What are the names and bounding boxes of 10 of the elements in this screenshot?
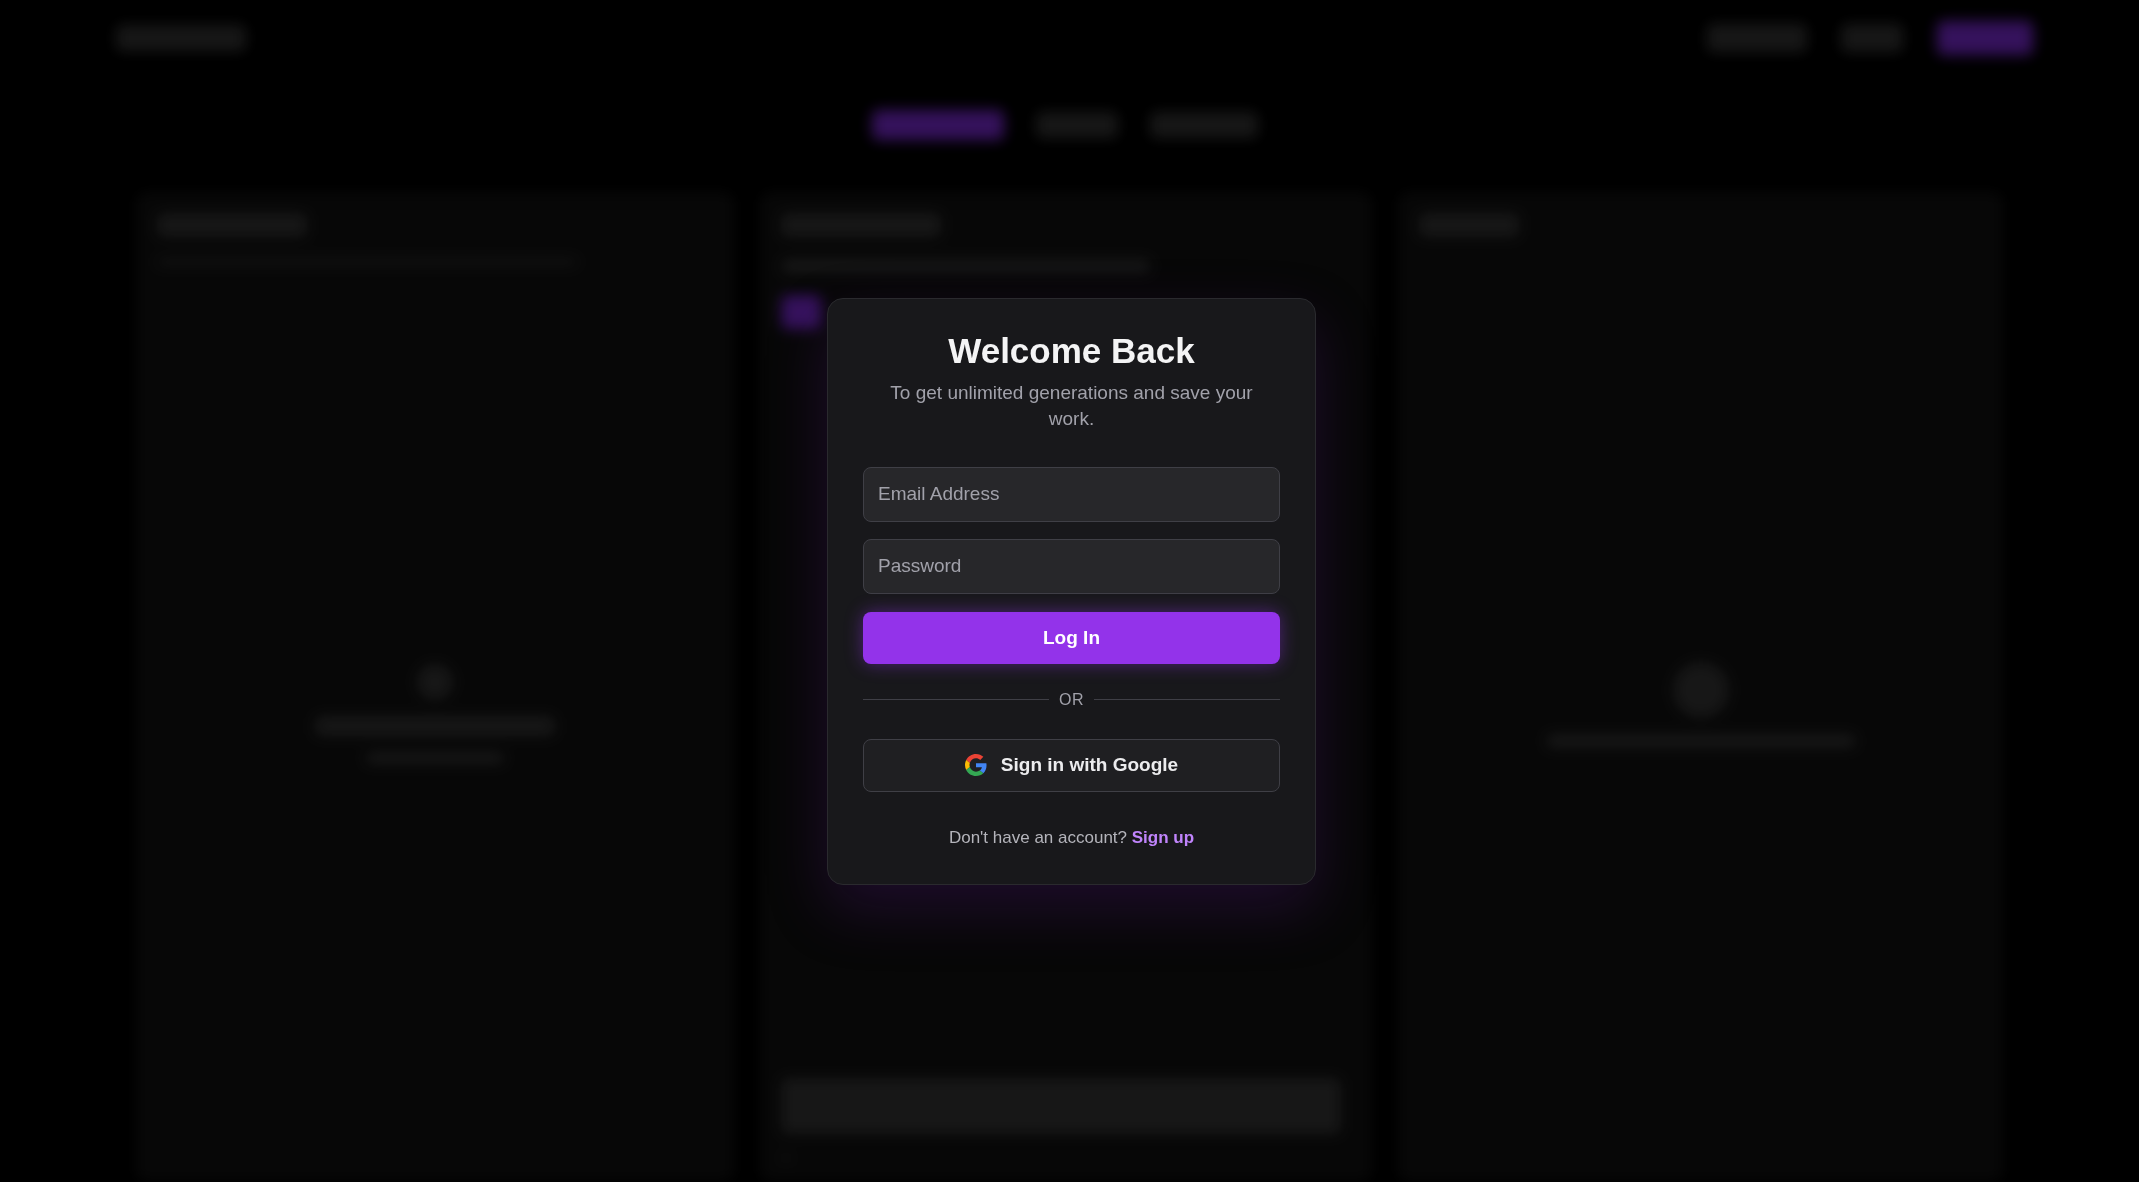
- divider-label: OR: [1059, 689, 1084, 710]
- signup-link[interactable]: Sign up: [1131, 827, 1195, 847]
- dialog-subtitle: To get unlimited generations and save your work.: [889, 380, 1254, 431]
- password-field[interactable]: Password: [863, 538, 1280, 594]
- signup-prompt: Don't have an account? Sign up: [947, 827, 1196, 848]
- google-logo-icon: [964, 754, 987, 776]
- login-button[interactable]: Log In: [863, 611, 1280, 664]
- dialog-title: Welcome Back: [947, 329, 1196, 372]
- email-field[interactable]: Email Address: [863, 466, 1280, 522]
- google-sign-in-button[interactable]: Sign in with Google: [863, 738, 1280, 792]
